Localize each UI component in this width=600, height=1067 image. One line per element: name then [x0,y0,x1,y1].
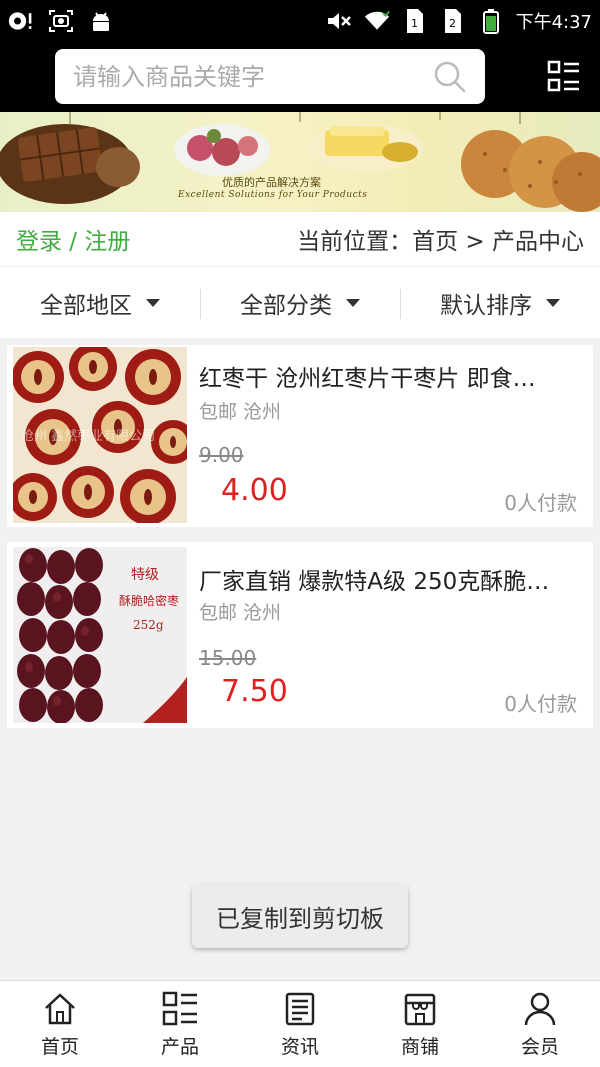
store-icon [404,993,436,1025]
filter-category-label: 全部分类 [240,292,332,319]
promo-banner[interactable]: 优质的产品解决方案 Excellent Solutions for Your P… [0,112,600,212]
breadcrumb: 当前位置：首页 > 产品中心 [297,229,584,255]
product-original-price: 9.00 [199,443,244,467]
pack-label-line2: 酥脆哈密枣 [119,593,179,608]
filter-category-dropdown[interactable]: 全部分类 [200,267,400,338]
filter-sort-dropdown[interactable]: 默认排序 [400,267,600,338]
status-bar-right: 1 2 下午4:37 [326,8,592,34]
pack-label-line1: 特级 [131,567,159,583]
svg-text:1: 1 [411,17,418,30]
android-icon [88,8,114,34]
svg-text:2: 2 [449,17,456,30]
filter-bar: 全部地区 全部分类 默认排序 [0,266,600,338]
caret-down-icon [346,298,360,307]
filter-region-label: 全部地区 [40,292,132,319]
nav-item-member[interactable]: 会员 [480,981,600,1067]
product-original-price: 15.00 [199,646,257,670]
grid-list-icon[interactable] [547,60,581,94]
search-bar[interactable] [55,49,485,104]
sim1-icon: 1 [402,8,428,34]
status-time: 下午4:37 [515,12,592,33]
home-icon [45,993,75,1024]
nav-item-home[interactable]: 首页 [0,981,120,1067]
nav-label-store: 商铺 [400,1035,439,1058]
status-bar-left [8,8,114,34]
product-sales-count: 0人付款 [504,491,577,515]
nav-label-news: 资讯 [280,1035,319,1058]
banner-subcaption: Excellent Solutions for Your Products [178,190,368,200]
meat-platter-image [174,124,270,176]
wifi-icon [364,8,390,34]
product-title[interactable]: 厂家直销 爆款特A级 250克酥脆… [199,562,569,596]
chocolate-image [0,124,140,204]
news-icon [285,992,315,1025]
user-icon [524,992,556,1025]
location-bar: 登录 / 注册 当前位置：首页 > 产品中心 [0,212,600,266]
search-icon[interactable] [433,60,467,94]
product-card[interactable]: 特级 酥脆哈密枣 252g 厂家直销 爆款特A级 250克酥脆… 包邮 沧州 1… [7,542,593,728]
product-title[interactable]: 红枣干 沧州红枣片干枣片 即食… [199,359,569,393]
whirl-icon [8,8,34,34]
banner-caption: 优质的产品解决方案 [222,176,321,189]
toast-message: 已复制到剪切板 [192,884,408,948]
pack-label-line3: 252g [133,618,164,632]
filter-region-dropdown[interactable]: 全部地区 [0,267,200,338]
search-input[interactable] [73,62,433,91]
sim2-icon: 2 [440,8,466,34]
caret-down-icon [546,298,560,307]
butter-image [307,124,423,172]
nav-item-store[interactable]: 商铺 [360,981,480,1067]
cookies-image [461,130,600,212]
product-image-dried-jujube-slices[interactable]: 沧州 鑫然枣业有限公司 [13,347,187,523]
battery-icon [478,8,504,34]
product-tags: 包邮 沧州 [199,401,282,423]
product-sales-count: 0人付款 [504,692,577,716]
screenshot-icon [48,8,74,34]
filter-sort-label: 默认排序 [440,292,532,319]
app-header [0,42,600,112]
bottom-nav: 首页 产品 资讯 商铺 会员 [0,980,600,1067]
nav-item-news[interactable]: 资讯 [240,981,360,1067]
mute-icon [326,8,352,34]
product-watermark: 沧州 鑫然枣业有限公司 [21,428,155,444]
product-price: 4.00 [221,473,288,508]
login-register-link[interactable]: 登录 / 注册 [16,222,130,256]
status-bar: 1 2 下午4:37 [0,0,600,42]
product-tags: 包邮 沧州 [199,602,282,624]
nav-label-home: 首页 [40,1035,79,1058]
caret-down-icon [146,298,160,307]
nav-label-member: 会员 [520,1035,559,1058]
product-grid-icon [162,991,197,1025]
product-price: 7.50 [221,674,288,709]
nav-item-products[interactable]: 产品 [120,981,240,1067]
nav-label-products: 产品 [160,1035,199,1058]
product-image-crispy-dates-pack[interactable]: 特级 酥脆哈密枣 252g [13,547,187,723]
product-card[interactable]: 沧州 鑫然枣业有限公司 红枣干 沧州红枣片干枣片 即食… 包邮 沧州 9.00 … [7,345,593,527]
